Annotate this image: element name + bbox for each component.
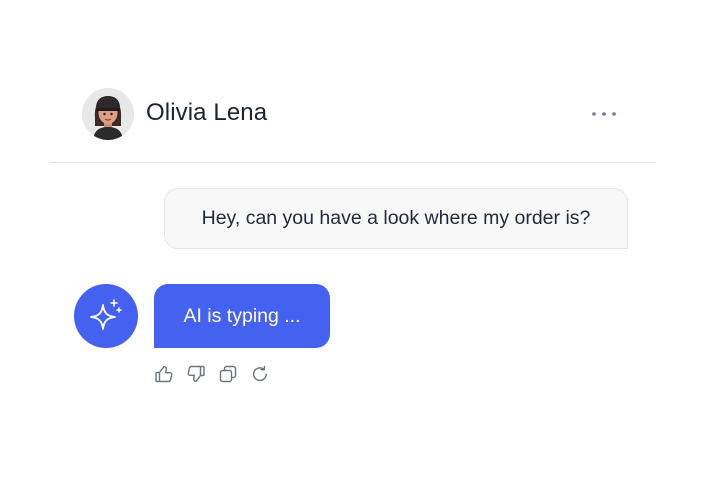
ai-typing-text: AI is typing ... bbox=[183, 304, 301, 327]
copy-button[interactable] bbox=[218, 364, 238, 384]
regenerate-button[interactable] bbox=[250, 364, 270, 384]
ai-avatar bbox=[74, 284, 138, 348]
copy-icon bbox=[219, 365, 237, 383]
avatar-illustration bbox=[82, 88, 134, 140]
user-message-text: Hey, can you have a look where my order … bbox=[201, 207, 591, 229]
user-message-bubble: Hey, can you have a look where my order … bbox=[164, 188, 628, 249]
dislike-button[interactable] bbox=[186, 364, 206, 384]
avatar[interactable] bbox=[82, 88, 134, 140]
sparkles-icon bbox=[90, 299, 122, 330]
thumbs-up-icon bbox=[155, 366, 173, 383]
refresh-icon bbox=[252, 365, 267, 382]
chat-window: Olivia Lena Hey, can you have a look whe… bbox=[0, 0, 708, 484]
more-options-button[interactable] bbox=[586, 104, 622, 124]
message-actions bbox=[154, 364, 270, 384]
chat-header: Olivia Lena bbox=[50, 80, 656, 163]
like-button[interactable] bbox=[154, 364, 174, 384]
ai-typing-bubble: AI is typing ... bbox=[154, 284, 330, 348]
thumbs-down-icon bbox=[187, 365, 205, 382]
more-horizontal-icon bbox=[592, 112, 616, 116]
contact-name: Olivia Lena bbox=[146, 99, 268, 126]
